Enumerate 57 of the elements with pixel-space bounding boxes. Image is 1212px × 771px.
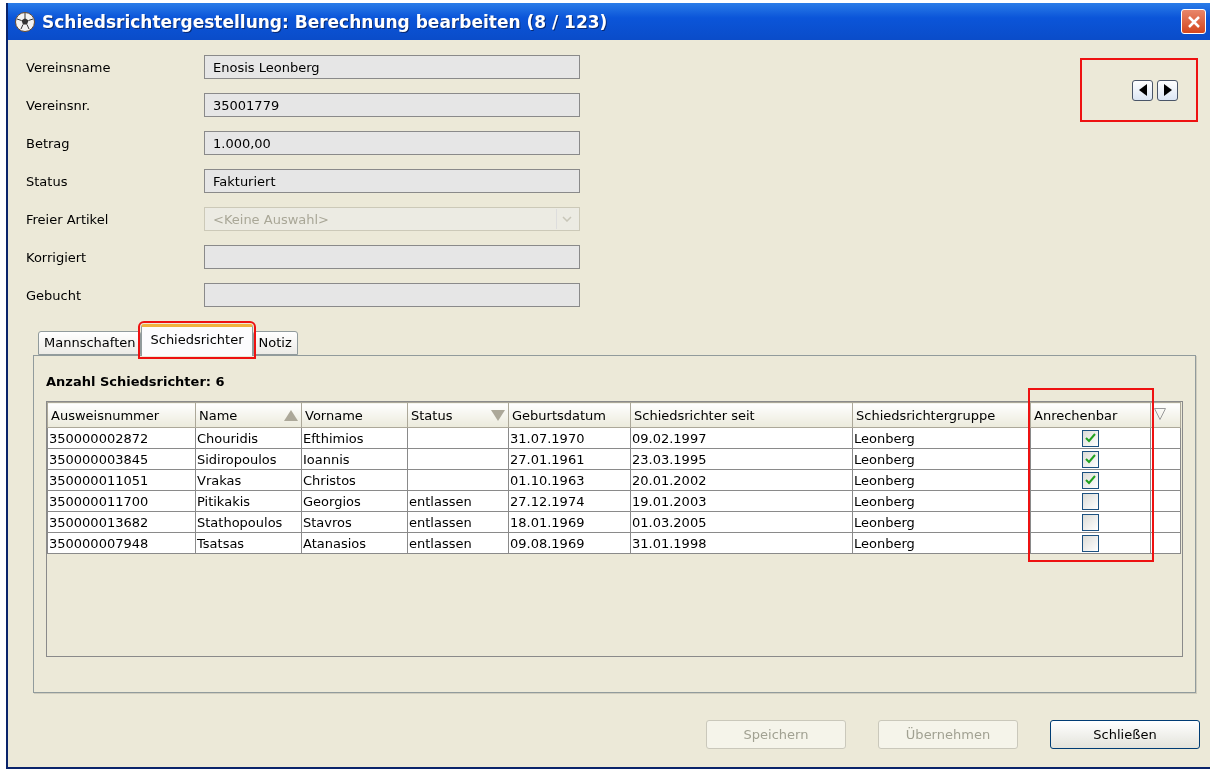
- input-field[interactable]: [204, 245, 580, 269]
- column-header[interactable]: Anrechenbar: [1030, 402, 1151, 428]
- field-label: Betrag: [26, 135, 71, 151]
- triangle-left-icon: [1137, 84, 1148, 96]
- table-cell: 09.02.1997: [630, 427, 853, 449]
- table-cell: 01.03.2005: [630, 511, 853, 533]
- input-field[interactable]: Fakturiert: [204, 169, 580, 193]
- table-cell: 350000002872: [47, 427, 196, 449]
- field-label: Freier Artikel: [26, 211, 110, 227]
- next-button[interactable]: [1157, 79, 1178, 101]
- window-title: Schiedsrichtergestellung: Berechnung bearbeiten (8 / 123): [42, 11, 609, 32]
- tab[interactable]: Schiedsrichter: [141, 324, 253, 356]
- close-icon: [1186, 14, 1201, 29]
- dialog-button[interactable]: Schließen: [1050, 720, 1200, 749]
- checkbox[interactable]: [1082, 513, 1099, 531]
- column-header[interactable]: Name: [195, 402, 302, 428]
- check-icon: [1085, 454, 1096, 464]
- tab[interactable]: Mannschaften: [38, 331, 142, 355]
- input-field[interactable]: 35001779: [204, 93, 580, 117]
- tab[interactable]: Notiz: [252, 331, 298, 355]
- ball-icon: [14, 10, 36, 33]
- input-field[interactable]: [204, 283, 580, 307]
- checkbox[interactable]: [1082, 492, 1099, 510]
- column-header[interactable]: Schiedsrichtergruppe: [852, 402, 1031, 428]
- chevron-down-icon: [562, 216, 572, 222]
- field-label: Vereinsnr.: [26, 97, 92, 113]
- checkbox[interactable]: [1082, 450, 1099, 468]
- check-icon: [1085, 433, 1096, 443]
- input-field[interactable]: Enosis Leonberg: [204, 55, 580, 79]
- field-label: Vereinsname: [26, 59, 112, 75]
- table-cell: 350000011700: [47, 490, 196, 512]
- check-icon: [1085, 475, 1096, 485]
- checkbox[interactable]: [1082, 534, 1099, 552]
- count-label: Anzahl Schiedsrichter: 6: [46, 374, 226, 389]
- column-header[interactable]: Vorname: [301, 402, 408, 428]
- column-header[interactable]: Status: [407, 402, 509, 428]
- table-cell: 350000013682: [47, 511, 196, 533]
- column-header[interactable]: Schiedsrichter seit: [630, 402, 853, 428]
- table-cell: 350000007948: [47, 532, 196, 554]
- column-header[interactable]: Geburtsdatum: [508, 402, 631, 428]
- checkbox[interactable]: [1082, 429, 1099, 447]
- table-cell: 20.01.2002: [630, 469, 853, 491]
- triangle-right-icon: [1162, 84, 1173, 96]
- filter-icon: [1154, 407, 1166, 420]
- field-label: Korrigiert: [26, 249, 88, 265]
- field-label: Status: [26, 173, 69, 189]
- checkbox[interactable]: [1082, 471, 1099, 489]
- input-field[interactable]: 1.000,00: [204, 131, 580, 155]
- close-button[interactable]: [1181, 9, 1206, 34]
- table-cell: 23.03.1995: [630, 448, 853, 470]
- table-cell: 31.01.1998: [630, 532, 853, 554]
- field-label: Gebucht: [26, 287, 83, 303]
- table-cell: 19.01.2003: [630, 490, 853, 512]
- column-header[interactable]: Ausweisnummer: [47, 402, 196, 428]
- table-cell: 350000003845: [47, 448, 196, 470]
- previous-button[interactable]: [1132, 79, 1153, 101]
- table-cell: 350000011051: [47, 469, 196, 491]
